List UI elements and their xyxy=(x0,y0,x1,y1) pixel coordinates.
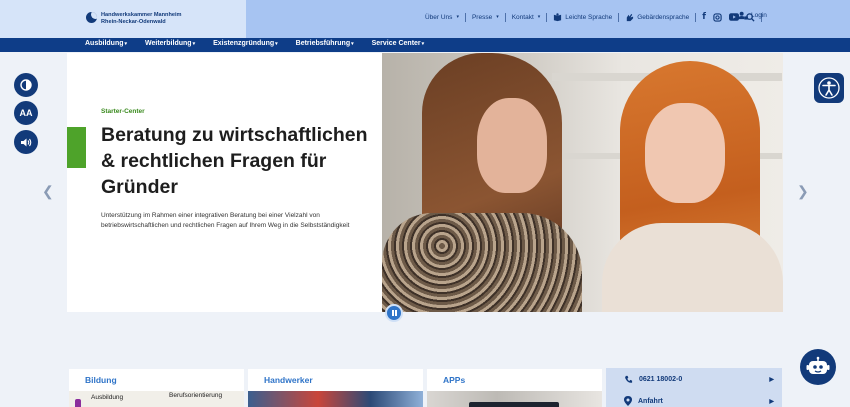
contact-box: 0621 18002-0 ▶ Anfahrt ▶ xyxy=(606,368,782,407)
topnav-label: Über Uns xyxy=(424,13,453,21)
sign-language-icon xyxy=(627,13,634,21)
mainnav-label: Service Center xyxy=(371,40,421,47)
divider xyxy=(464,12,466,22)
phone-number: 0621 18002-0 xyxy=(639,376,683,383)
contrast-icon xyxy=(20,79,32,91)
divider xyxy=(504,12,506,22)
card-title: APPs xyxy=(443,375,466,385)
mainnav-label: Ausbildung xyxy=(85,40,124,47)
contact-directions[interactable]: Anfahrt ▶ xyxy=(624,396,774,406)
logo-text: Handwerkskammer Mannheim Rhein-Neckar-Od… xyxy=(101,12,182,25)
sign-language-link[interactable]: Gebärdensprache xyxy=(625,13,689,22)
easy-language-link[interactable]: Leichte Sprache xyxy=(553,12,613,22)
easy-language-label: Leichte Sprache xyxy=(565,13,613,21)
slider-pause-button[interactable] xyxy=(385,304,403,322)
hero-title: Beratung zu wirtschaftlichen & rechtlich… xyxy=(101,124,368,198)
topnav-label: Presse xyxy=(471,13,493,21)
card-bildung[interactable]: Bildung Ausbildung Berufsorientierung xyxy=(69,369,244,407)
hero-image xyxy=(382,53,783,312)
top-navigation: Über Uns ▾ Presse ▾ Kontakt ▾ Leichte Sprac… xyxy=(425,11,768,23)
topnav-presse[interactable]: Presse ▾ xyxy=(472,14,499,21)
card-image: Ausbildung Berufsorientierung xyxy=(69,391,244,407)
pause-icon xyxy=(391,310,397,316)
hero-description: Unterstützung im Rahmen einer integrativ… xyxy=(101,212,350,229)
font-size-button[interactable]: AA xyxy=(14,101,38,125)
mainnav-label: Existenzgründung xyxy=(213,40,275,47)
chevron-down-icon: ▾ xyxy=(351,41,354,47)
person-left-face xyxy=(477,98,547,193)
hero-kicker: Starter-Center xyxy=(101,108,145,115)
card-image-device xyxy=(469,402,559,407)
login-label: Login xyxy=(751,12,767,19)
login-link[interactable]: Login xyxy=(738,11,767,20)
card-image-text: Berufsorientierung xyxy=(169,392,223,399)
contact-phone[interactable]: 0621 18002-0 ▶ xyxy=(624,375,774,384)
slider-prev-arrow[interactable]: ❮ xyxy=(42,183,54,200)
main-navigation: Ausbildung▾ Weiterbildung▾ Existenzgründ… xyxy=(0,38,850,52)
user-lock-icon xyxy=(738,11,748,20)
top-header: Handwerkskammer Mannheim Rhein-Neckar-Od… xyxy=(0,0,850,38)
mainnav-existenzgruendung[interactable]: Existenzgründung▾ xyxy=(213,40,278,47)
phone-icon xyxy=(625,375,633,383)
chevron-down-icon: ▾ xyxy=(124,41,128,47)
mainnav-ausbildung[interactable]: Ausbildung▾ xyxy=(85,40,127,47)
chevron-down-icon: ▾ xyxy=(456,14,459,20)
slider-next-arrow[interactable]: ❯ xyxy=(797,183,809,200)
facebook-icon[interactable]: f xyxy=(702,12,706,22)
accessibility-menu-button[interactable] xyxy=(814,73,844,103)
card-image xyxy=(427,391,602,407)
chevron-down-icon: ▾ xyxy=(496,14,499,20)
logo-area[interactable]: Handwerkskammer Mannheim Rhein-Neckar-Od… xyxy=(0,0,246,38)
robot-icon xyxy=(806,356,830,374)
person-left-body xyxy=(382,213,582,312)
sign-language-label: Gebärdensprache xyxy=(637,13,690,21)
chevron-down-icon: ▾ xyxy=(537,14,541,20)
chevron-down-icon: ▾ xyxy=(192,41,196,47)
speaker-icon xyxy=(21,138,32,146)
person-right-face xyxy=(645,103,725,203)
hwk-logo-icon xyxy=(86,12,97,23)
mainnav-label: Weiterbildung xyxy=(145,40,192,47)
person-right-body xyxy=(602,223,783,312)
mainnav-label: Betriebsführung xyxy=(295,40,351,47)
chevron-right-icon: ▶ xyxy=(769,377,774,383)
directions-label: Anfahrt xyxy=(638,397,663,405)
accent-bar xyxy=(67,127,86,168)
card-title: Handwerker xyxy=(264,375,313,385)
topnav-label: Kontakt xyxy=(511,13,534,21)
font-size-icon: AA xyxy=(19,108,33,118)
chevron-right-icon: ▶ xyxy=(769,398,774,405)
mainnav-betriebsfuehrung[interactable]: Betriebsführung▾ xyxy=(296,40,354,47)
contrast-toggle-button[interactable] xyxy=(14,73,38,97)
chevron-down-icon: ▾ xyxy=(421,41,425,47)
card-image-decor xyxy=(75,399,81,407)
instagram-icon[interactable] xyxy=(713,12,722,22)
topnav-kontakt[interactable]: Kontakt ▾ xyxy=(512,14,541,21)
book-icon xyxy=(554,12,562,21)
divider xyxy=(546,12,548,22)
chevron-down-icon: ▾ xyxy=(275,41,278,47)
org-name-line1: Handwerkskammer Mannheim xyxy=(101,12,182,18)
card-handwerker[interactable]: Handwerker xyxy=(248,369,423,407)
card-image-text: Ausbildung xyxy=(91,394,124,401)
card-apps[interactable]: APPs xyxy=(427,369,602,407)
topnav-ueber-uns[interactable]: Über Uns ▾ xyxy=(425,14,459,21)
chatbot-button[interactable] xyxy=(800,349,836,385)
accessibility-person-icon xyxy=(818,77,840,99)
card-title: Bildung xyxy=(85,375,117,385)
divider xyxy=(695,12,697,22)
read-aloud-button[interactable] xyxy=(14,130,38,154)
map-pin-icon xyxy=(624,396,632,406)
card-image xyxy=(248,391,423,407)
org-name-line2: Rhein-Neckar-Odenwald xyxy=(101,18,166,25)
mainnav-service-center[interactable]: Service Center▾ xyxy=(372,40,425,47)
mainnav-weiterbildung[interactable]: Weiterbildung▾ xyxy=(145,40,195,47)
divider xyxy=(618,12,620,22)
